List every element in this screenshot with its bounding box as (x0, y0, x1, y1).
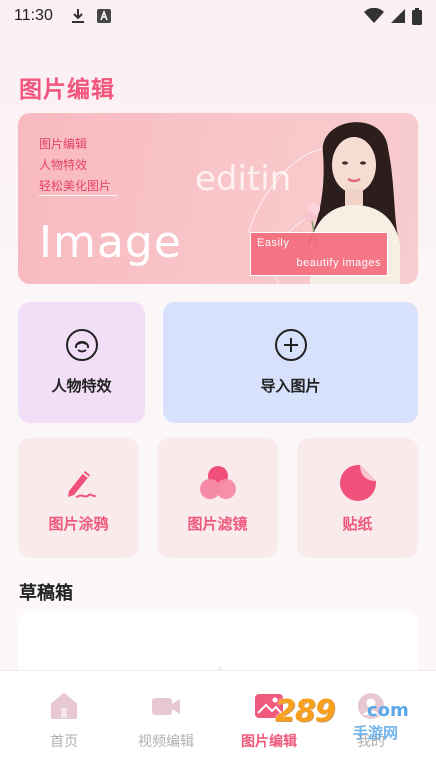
banner-editing-text: editin (195, 159, 292, 199)
banner-line-1: 图片编辑 (39, 137, 88, 151)
pen-icon (67, 470, 96, 498)
nav-home-label: 首页 (50, 733, 78, 749)
import-image-tile[interactable]: 导入图片 (163, 302, 418, 423)
watermark-domain: com (367, 700, 409, 721)
doodle-tool-label: 图片涂鸦 (48, 515, 109, 533)
banner-caption-card: Easily beautify images (250, 232, 388, 276)
sticker-tool-label: 贴纸 (342, 515, 373, 533)
plus-circle-icon (274, 329, 307, 361)
a-badge-icon (96, 9, 111, 23)
import-image-label: 导入图片 (260, 378, 321, 395)
wifi-icon (364, 8, 384, 24)
site-watermark: 289 com 手游网 (275, 694, 415, 744)
person-effects-label: 人物特效 (51, 378, 112, 395)
battery-icon (412, 7, 422, 25)
filter-tool-tile[interactable]: 图片滤镜 (157, 438, 278, 558)
signal-icon (390, 8, 406, 24)
drafts-title: 草稿箱 (19, 583, 73, 603)
doodle-tool-tile[interactable]: 图片涂鸦 (18, 438, 139, 558)
download-icon (71, 8, 85, 24)
banner-card-line-2: beautify images (296, 257, 381, 269)
filter-circles-icon (199, 465, 236, 499)
status-bar: 11:30 (0, 0, 436, 32)
filter-tool-label: 图片滤镜 (187, 515, 248, 533)
promo-banner[interactable]: 图片编辑 人物特效 轻松美化图片 editin Image Easily bea… (18, 113, 418, 284)
nav-video-edit[interactable]: 视频编辑 (116, 691, 216, 751)
page-title: 图片编辑 (19, 76, 115, 102)
nav-home[interactable]: 首页 (14, 691, 114, 751)
watermark-number: 289 (275, 694, 336, 729)
banner-divider (39, 195, 117, 196)
home-icon (51, 693, 77, 719)
sticker-icon (339, 464, 376, 501)
banner-big-text: Image (39, 217, 182, 268)
face-icon (65, 329, 98, 361)
status-time: 11:30 (14, 7, 53, 24)
watermark-site: 手游网 (353, 725, 399, 742)
sticker-tool-tile[interactable]: 贴纸 (297, 438, 418, 558)
banner-line-2: 人物特效 (39, 158, 88, 172)
nav-video-label: 视频编辑 (138, 733, 194, 749)
person-effects-tile[interactable]: 人物特效 (18, 302, 145, 423)
video-icon (152, 698, 180, 715)
banner-line-3: 轻松美化图片 (39, 179, 112, 193)
banner-card-line-1: Easily (257, 237, 290, 249)
